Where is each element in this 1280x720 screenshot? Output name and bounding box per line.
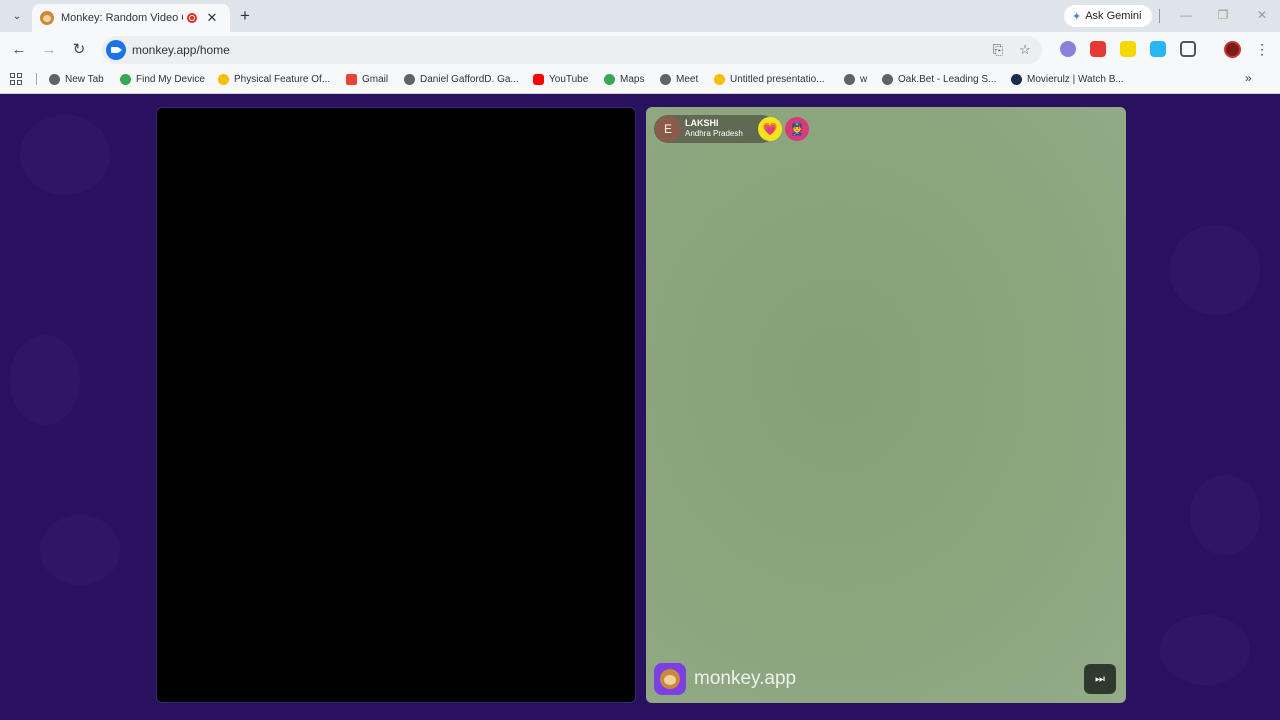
extensions-puzzle-icon[interactable] xyxy=(1180,41,1196,57)
background-monkey-pattern xyxy=(40,515,120,585)
brand-text: monkey.app xyxy=(694,668,797,689)
movierulz-icon xyxy=(1011,73,1022,85)
background-monkey-pattern xyxy=(1160,615,1250,685)
report-badge-icon[interactable]: 👮 xyxy=(785,117,809,141)
recording-indicator-icon xyxy=(187,13,197,23)
bookmark-label: Oak.Bet - Leading S... xyxy=(898,73,997,85)
ask-gemini-button[interactable]: ✦ Ask Gemini xyxy=(1064,5,1152,27)
bookmark-label: Gmail xyxy=(362,73,389,85)
extension-blue-icon[interactable] xyxy=(1150,41,1166,57)
bookmark-oak-bet[interactable]: Oak.Bet - Leading S... xyxy=(882,71,996,87)
bookmark-label: New Tab xyxy=(65,73,104,85)
site-camera-icon[interactable] xyxy=(106,40,126,60)
restore-button[interactable]: ❐ xyxy=(1215,7,1231,23)
bookmark-label: YouTube xyxy=(549,73,589,85)
heart-icon[interactable]: 💗 xyxy=(758,117,782,141)
background-monkey-pattern xyxy=(1170,225,1260,315)
bookmarks-divider xyxy=(36,73,37,85)
globe-icon xyxy=(844,73,855,85)
globe-icon xyxy=(660,73,671,85)
bookmark-gmail[interactable]: Gmail xyxy=(346,71,388,87)
bookmark-star-icon[interactable]: ☆ xyxy=(1017,42,1033,58)
monkey-chat-page: E LAKSHI Andhra Pradesh 💗 👮 monkey.app ⏭ xyxy=(0,95,1280,720)
extension-s-icon[interactable] xyxy=(1120,41,1136,57)
partner-video-feed: E LAKSHI Andhra Pradesh 💗 👮 monkey.app ⏭ xyxy=(646,107,1126,703)
partner-avatar[interactable]: E xyxy=(655,116,681,142)
bookmark-label: Daniel GaffordD. Ga... xyxy=(420,73,519,85)
extension-cloud-icon[interactable] xyxy=(1060,41,1076,57)
bookmark-find-my-device[interactable]: Find My Device xyxy=(120,71,205,87)
gemini-sparkle-icon: ✦ xyxy=(1072,10,1082,23)
skip-next-icon[interactable]: ⏭ xyxy=(1084,664,1116,694)
partner-location: Andhra Pradesh xyxy=(685,129,743,138)
bookmark-label: Meet xyxy=(676,73,699,85)
background-monkey-pattern xyxy=(10,335,80,425)
partner-name: LAKSHI xyxy=(685,118,719,128)
globe-icon xyxy=(882,73,893,85)
bookmark-label: Find My Device xyxy=(136,73,205,85)
youtube-icon xyxy=(533,73,544,85)
tab-strip: ⌄ Monkey: Random Video Chat ✕ + ✦ Ask Ge… xyxy=(0,0,1280,32)
tab-close-icon[interactable]: ✕ xyxy=(205,10,219,26)
chrome-icon xyxy=(49,73,60,85)
forward-arrow-icon[interactable]: → xyxy=(39,40,59,60)
bookmark-movierulz[interactable]: Movierulz | Watch B... xyxy=(1011,71,1124,87)
monkey-watermark: monkey.app xyxy=(654,663,796,695)
address-bar[interactable]: monkey.app/home ⎘ ☆ xyxy=(102,36,1042,64)
profile-avatar[interactable] xyxy=(1224,41,1241,58)
bookmark-label: Movierulz | Watch B... xyxy=(1027,73,1124,85)
tab-title: Monkey: Random Video Chat xyxy=(61,12,183,24)
bookmark-w[interactable]: w xyxy=(844,71,867,87)
background-monkey-pattern xyxy=(1190,475,1260,555)
bookmark-label: Maps xyxy=(620,73,645,85)
monkey-logo-icon xyxy=(654,663,686,695)
bookmark-label: Physical Feature Of... xyxy=(234,73,331,85)
bookmark-maps[interactable]: Maps xyxy=(604,71,644,87)
ask-gemini-label: Ask Gemini xyxy=(1085,10,1142,22)
new-tab-button[interactable]: + xyxy=(236,6,254,26)
extension-lock-icon[interactable] xyxy=(1090,41,1106,57)
drive-icon xyxy=(218,73,229,85)
chrome-bottom-border xyxy=(0,90,1280,94)
back-arrow-icon[interactable]: ← xyxy=(9,40,29,60)
reload-icon[interactable]: ↻ xyxy=(69,40,89,60)
background-monkey-pattern xyxy=(20,115,110,195)
self-video-feed xyxy=(156,107,636,703)
partner-info-pill[interactable]: E LAKSHI Andhra Pradesh 💗 xyxy=(654,115,782,143)
apps-grid-icon[interactable] xyxy=(10,73,22,85)
bookmark-meet[interactable]: Meet xyxy=(660,71,698,87)
chrome-menu-icon[interactable]: ⋮ xyxy=(1255,40,1269,58)
drive-icon xyxy=(714,73,725,85)
bookmark-physical-feature[interactable]: Physical Feature Of... xyxy=(218,71,330,87)
tab-search-chevron-icon[interactable]: ⌄ xyxy=(6,6,28,26)
gmail-icon xyxy=(346,73,357,85)
active-tab[interactable]: Monkey: Random Video Chat ✕ xyxy=(32,4,230,32)
globe-icon xyxy=(404,73,415,85)
browser-toolbar: ← → ↻ monkey.app/home ⎘ ☆ xyxy=(0,32,1280,68)
tab-strip-divider xyxy=(1159,9,1160,23)
bookmark-new-tab[interactable]: New Tab xyxy=(49,71,104,87)
find-my-device-icon xyxy=(120,73,131,85)
close-window-button[interactable]: ✕ xyxy=(1254,7,1270,23)
monkey-favicon-icon xyxy=(40,11,54,25)
bookmark-label: w xyxy=(860,73,868,85)
more-bookmarks-icon[interactable]: » xyxy=(1245,71,1257,85)
minimize-button[interactable]: — xyxy=(1178,7,1194,23)
bookmark-label: Untitled presentatio... xyxy=(730,73,825,85)
install-app-icon[interactable]: ⎘ xyxy=(990,42,1006,58)
url-text[interactable]: monkey.app/home xyxy=(132,43,230,57)
bookmark-youtube[interactable]: YouTube xyxy=(533,71,588,87)
bookmark-daniel-gafford[interactable]: Daniel GaffordD. Ga... xyxy=(404,71,519,87)
maps-icon xyxy=(604,73,615,85)
bookmark-untitled-presentation[interactable]: Untitled presentatio... xyxy=(714,71,825,87)
